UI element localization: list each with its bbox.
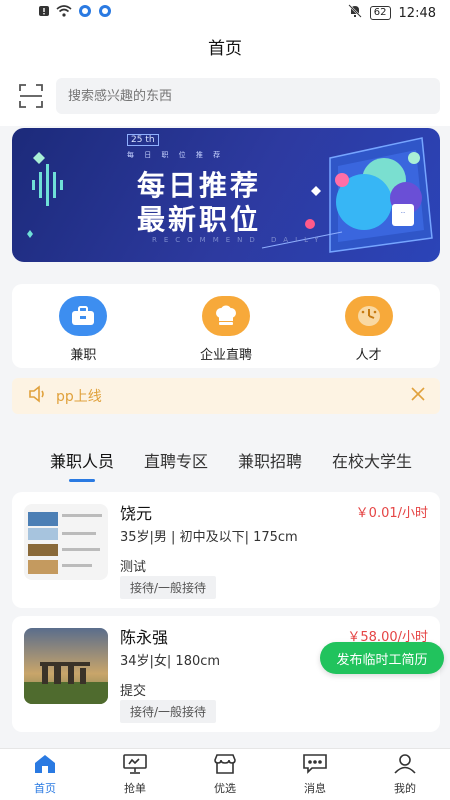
chef-hat-icon	[202, 296, 250, 336]
job-tag: 接待/一般接待	[120, 576, 217, 599]
banner-english: RECOMMEND DAILY	[152, 236, 326, 244]
monitor-icon	[123, 753, 147, 777]
announcement-text: pp上线	[56, 389, 102, 405]
scan-icon[interactable]	[18, 83, 44, 109]
quick-entry-talent[interactable]: 人才	[297, 284, 440, 368]
quick-entry-label: 人才	[355, 348, 382, 363]
quick-entry-part-time[interactable]: 兼职	[12, 284, 155, 368]
clock-icon	[344, 296, 393, 336]
message-icon	[303, 753, 327, 777]
quick-entry-label: 兼职	[70, 348, 97, 363]
notification-icon	[38, 5, 50, 21]
candidate-name: 饶元	[120, 504, 153, 523]
candidate-description: 提交	[120, 684, 147, 699]
status-bar: 62 12:48	[0, 0, 450, 26]
tabbar-item-profile[interactable]: 我的	[360, 749, 450, 800]
speaker-icon	[28, 385, 48, 407]
page-header: 首页	[0, 26, 450, 66]
tabbar-label: 我的	[394, 781, 416, 795]
tabbar-item-grab-orders[interactable]: 抢单	[90, 749, 180, 800]
quick-entry-panel: 兼职 企业直聘 人才	[12, 284, 440, 368]
announcement-bar[interactable]: pp上线	[12, 378, 440, 414]
post-temp-resume-button[interactable]: 发布临时工简历	[320, 642, 444, 674]
status-left-icons	[38, 4, 112, 22]
tabbar-label: 首页	[34, 781, 56, 795]
wifi-icon	[56, 5, 72, 21]
banner-subtitle: 每 日 职 位 推 荐	[127, 151, 225, 159]
mute-bell-icon	[348, 4, 362, 22]
tabbar-label: 消息	[304, 781, 326, 795]
candidate-photo	[24, 504, 108, 580]
status-right-icons: 62 12:48	[348, 4, 436, 22]
job-tag: 接待/一般接待	[120, 700, 217, 723]
hourly-rate: ￥0.01/小时	[355, 506, 428, 521]
home-icon	[34, 754, 56, 777]
battery-indicator: 62	[369, 6, 391, 20]
app-notification-icon	[78, 4, 92, 22]
candidate-name: 陈永强	[120, 628, 169, 647]
search-row	[0, 66, 450, 126]
quick-entry-label: 企业直聘	[200, 348, 253, 363]
briefcase-icon	[59, 296, 108, 336]
svg-text:··: ··	[401, 209, 405, 217]
tab-part-time-staff[interactable]: 兼职人员	[50, 442, 114, 482]
app-notification-icon	[98, 4, 112, 22]
close-icon[interactable]	[410, 386, 426, 406]
promo-banner[interactable]: ·· 25 th 每 日 职 位 推 荐 每日推荐 最新职位 RECOMMEND…	[12, 128, 440, 262]
candidate-card[interactable]: 陈永强 ￥58.00/小时 34岁|女| 180cm 提交 接待/一般接待	[12, 616, 440, 732]
quick-entry-direct-hire[interactable]: 企业直聘	[155, 284, 298, 368]
banner-badge: 25 th	[127, 134, 159, 146]
tab-college-students[interactable]: 在校大学生	[332, 442, 412, 482]
tabbar-item-featured[interactable]: 优选	[180, 749, 270, 800]
banner-title-line2: 最新职位	[137, 203, 262, 236]
tabbar-item-messages[interactable]: 消息	[270, 749, 360, 800]
user-icon	[394, 753, 416, 777]
search-input[interactable]	[56, 78, 440, 114]
tabbar-label: 优选	[214, 781, 236, 795]
tabbar-label: 抢单	[124, 781, 146, 795]
status-time: 12:48	[398, 5, 436, 21]
candidate-card[interactable]: 饶元 ￥0.01/小时 35岁|男 | 初中及以下| 175cm 测试 接待/一…	[12, 492, 440, 608]
category-tabs: 兼职人员 直聘专区 兼职招聘 在校大学生	[0, 440, 450, 484]
candidate-photo	[24, 628, 108, 704]
candidate-info: 35岁|男 | 初中及以下| 175cm	[120, 530, 298, 545]
tab-direct-hire[interactable]: 直聘专区	[144, 442, 208, 482]
candidate-description: 测试	[120, 560, 147, 575]
tab-part-time-recruiting[interactable]: 兼职招聘	[238, 442, 302, 482]
bottom-tab-bar: 首页 抢单 优选 消息 我的	[0, 748, 450, 800]
candidate-info: 34岁|女| 180cm	[120, 654, 221, 669]
store-icon	[213, 753, 237, 777]
page-title: 首页	[208, 38, 242, 59]
tabbar-item-home[interactable]: 首页	[0, 749, 90, 800]
